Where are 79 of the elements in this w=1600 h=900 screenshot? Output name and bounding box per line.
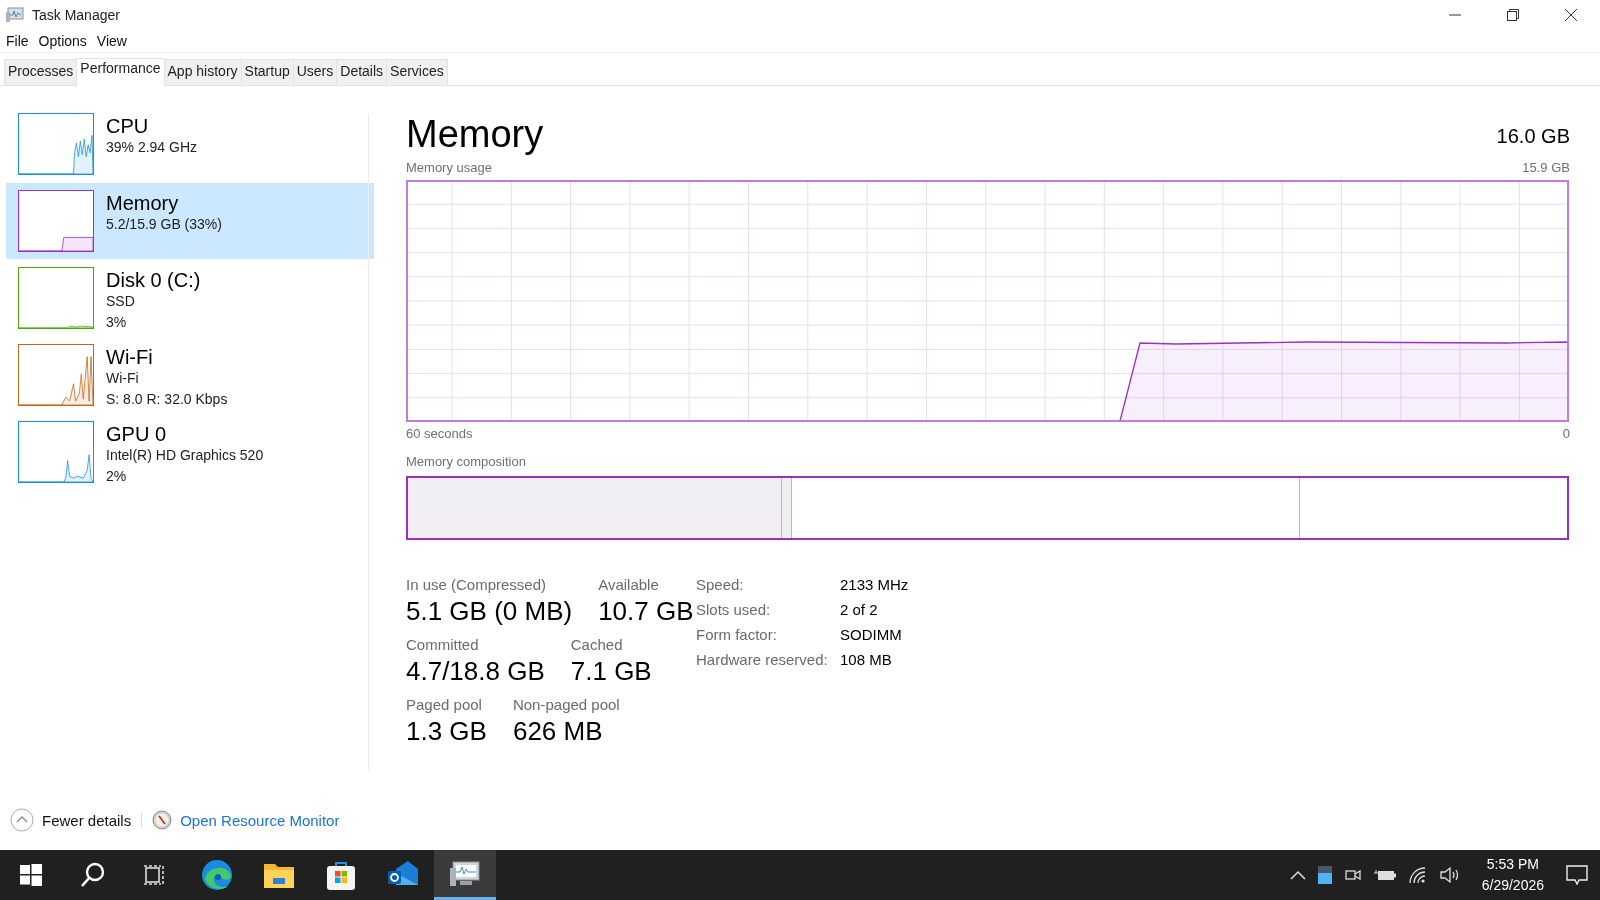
tab[interactable]: Startup <box>240 59 294 85</box>
stat-label: Cached <box>570 636 624 654</box>
speaker-icon[interactable] <box>1439 866 1460 884</box>
stat-value: 4.7/18.8 GB <box>406 655 545 688</box>
device-name: GPU 0 <box>106 423 168 445</box>
meter-icon[interactable] <box>1317 866 1332 884</box>
stat-value: 626 MB <box>512 715 604 748</box>
property-label: Form factor: <box>696 626 778 644</box>
device-detail: Intel(R) HD Graphics 520 <box>106 446 264 465</box>
sidebar-item[interactable]: CPU 39% 2.94 GHz <box>6 106 374 182</box>
menu-item[interactable]: File <box>2 33 33 49</box>
tab[interactable]: App history <box>163 59 242 85</box>
tab[interactable]: Performance <box>76 58 165 86</box>
browser-icon <box>201 859 233 891</box>
stat-value: 10.7 GB <box>598 595 694 628</box>
property-label: Speed: <box>696 576 745 594</box>
device-detail: S: 8.0 R: 32.0 Kbps <box>106 390 228 409</box>
wifi-icon[interactable] <box>1407 866 1428 884</box>
tab[interactable]: Services <box>386 59 448 85</box>
fewer-details-button[interactable]: Fewer details <box>10 808 132 832</box>
device-name: CPU <box>106 115 150 137</box>
window-title: Task Manager <box>32 7 120 23</box>
stat-label: Available <box>598 576 660 594</box>
device-detail: SSD <box>106 292 136 311</box>
property-value: SODIMM <box>840 626 903 644</box>
stat-label: Non-paged pool <box>512 696 620 714</box>
composition-label: Memory composition <box>406 454 526 470</box>
sidebar-item[interactable]: Disk 0 (C:) SSD 3% <box>6 260 374 336</box>
close-icon <box>1565 9 1577 21</box>
time-end-label: 0 <box>1562 426 1570 442</box>
clock-time[interactable]: 5:53 PM <box>1486 854 1539 875</box>
stat-value: 1.3 GB <box>406 715 487 748</box>
device-detail: 39% 2.94 GHz <box>106 138 198 157</box>
device-name: Memory <box>106 192 180 214</box>
device-name: Wi-Fi <box>106 346 154 368</box>
page-heading: Memory <box>406 112 544 156</box>
stat-label: In use (Compressed) <box>406 576 548 594</box>
property-value: 2133 MHz <box>840 576 909 594</box>
notification-icon[interactable] <box>1566 865 1588 885</box>
tab[interactable]: Details <box>336 59 388 85</box>
stat-value: 7.1 GB <box>570 655 652 688</box>
property-label: Slots used: <box>696 601 772 619</box>
device-detail: 3% <box>106 313 128 332</box>
battery-icon[interactable] <box>1373 868 1396 882</box>
gauge-icon <box>152 810 173 830</box>
device-name: Disk 0 (C:) <box>106 269 201 291</box>
property-value: 108 MB <box>840 651 893 669</box>
windows-icon <box>20 864 42 886</box>
property-value: 2 of 2 <box>840 601 879 619</box>
graph-label: Memory usage <box>406 160 492 176</box>
graph-max-label: 15.9 GB <box>1522 160 1570 176</box>
sidebar-item[interactable]: GPU 0 Intel(R) HD Graphics 520 2% <box>6 414 374 490</box>
menu-item[interactable]: View <box>92 33 131 49</box>
sidebar-item[interactable]: Wi-Fi Wi-Fi S: 8.0 R: 32.0 Kbps <box>6 337 374 413</box>
folder-icon <box>264 862 294 888</box>
resource-monitor-link[interactable]: Open Resource Monitor <box>180 811 340 829</box>
tab[interactable]: Users <box>292 59 338 85</box>
menu-item[interactable]: Options <box>34 33 91 49</box>
task-manager-icon <box>450 859 480 888</box>
search-icon <box>80 862 106 888</box>
taskbar-button[interactable] <box>434 850 496 900</box>
device-detail: Wi-Fi <box>106 369 140 388</box>
clock-date[interactable]: 6/29/2026 <box>1481 875 1544 896</box>
chevron-up-icon <box>10 808 34 832</box>
task-view-icon <box>144 864 166 886</box>
property-label: Hardware reserved: <box>696 651 829 669</box>
stat-label: Committed <box>406 636 480 654</box>
device-detail: 2% <box>106 467 128 486</box>
chevron-up-icon[interactable] <box>1289 870 1306 880</box>
task-manager-icon <box>6 7 24 23</box>
store-bag-icon <box>326 860 356 890</box>
stat-label: Paged pool <box>406 696 483 714</box>
sidebar-item[interactable]: Memory 5.2/15.9 GB (33%) <box>6 183 374 259</box>
time-span-label: 60 seconds <box>406 426 473 442</box>
restore-icon <box>1507 9 1519 21</box>
stat-value: 5.1 GB (0 MB) <box>406 595 573 628</box>
total-memory: 16.0 GB <box>1496 125 1570 148</box>
tab[interactable]: Processes <box>4 59 78 85</box>
device-detail: 5.2/15.9 GB (33%) <box>106 215 222 234</box>
